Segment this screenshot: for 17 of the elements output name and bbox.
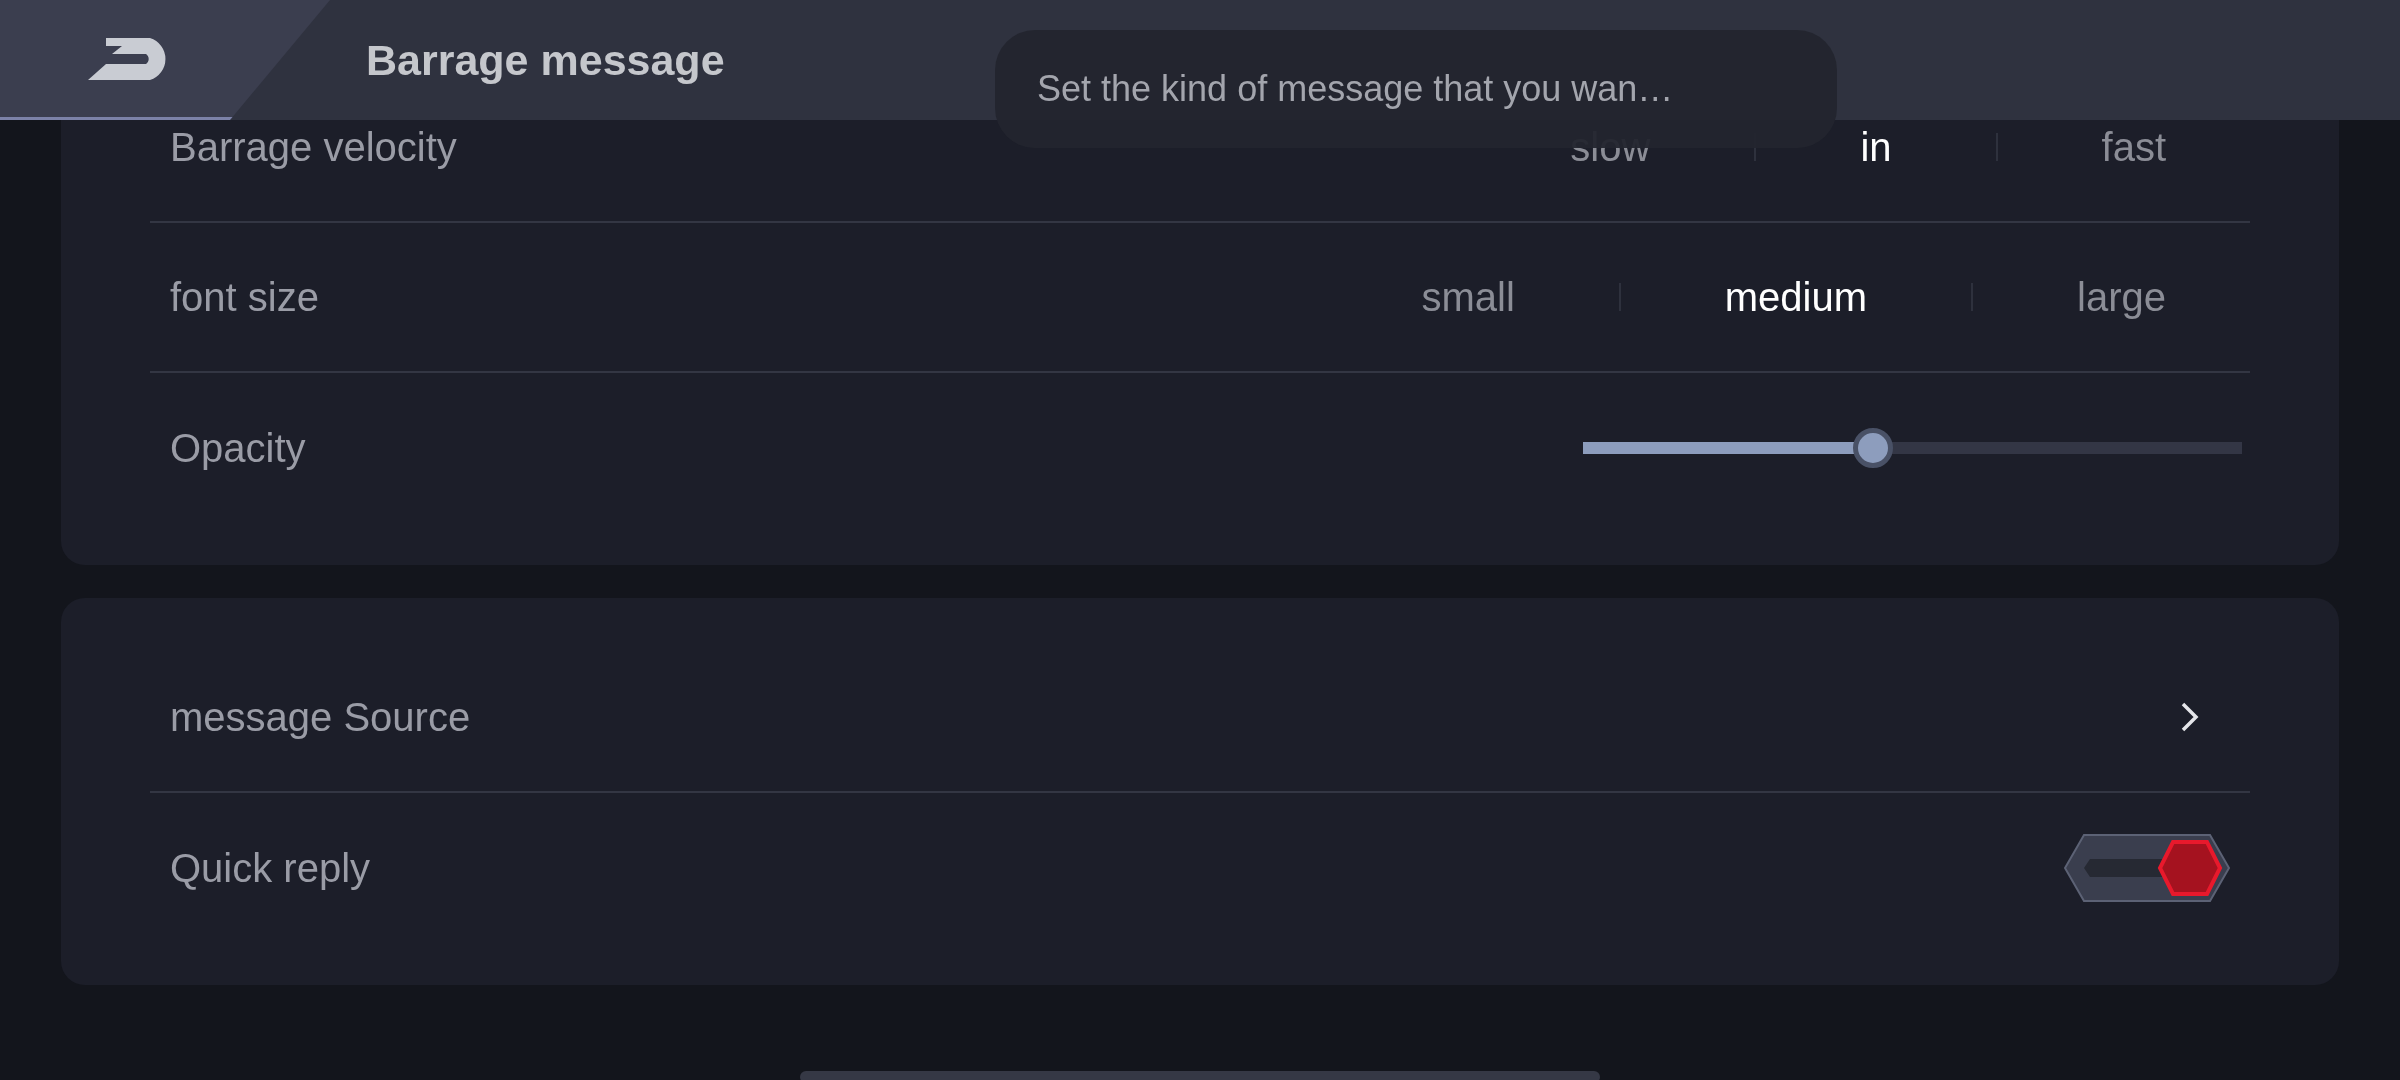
setting-label: Quick reply — [169, 848, 371, 888]
segment-option[interactable]: fast — [1997, 127, 2270, 167]
segment-option[interactable]: slow — [1466, 127, 1755, 167]
segment-option[interactable]: medium — [1620, 277, 1972, 317]
opacity-slider[interactable] — [1583, 428, 2242, 468]
setting-label: message Source — [169, 697, 471, 737]
setting-label: Barrage velocity — [169, 127, 457, 167]
segment-option[interactable]: in — [1756, 127, 1996, 167]
toggle-switch[interactable] — [2064, 834, 2230, 902]
setting-label: font size — [169, 277, 319, 317]
slider-thumb[interactable] — [1852, 428, 1893, 468]
page-title: Barrage message — [366, 34, 725, 86]
back-button[interactable] — [0, 0, 330, 120]
segment-option[interactable]: small — [1317, 277, 1619, 317]
chevron-right-icon[interactable] — [2180, 701, 2200, 733]
setting-label: Opacity — [169, 428, 306, 468]
segment-option[interactable]: large — [1973, 277, 2270, 317]
